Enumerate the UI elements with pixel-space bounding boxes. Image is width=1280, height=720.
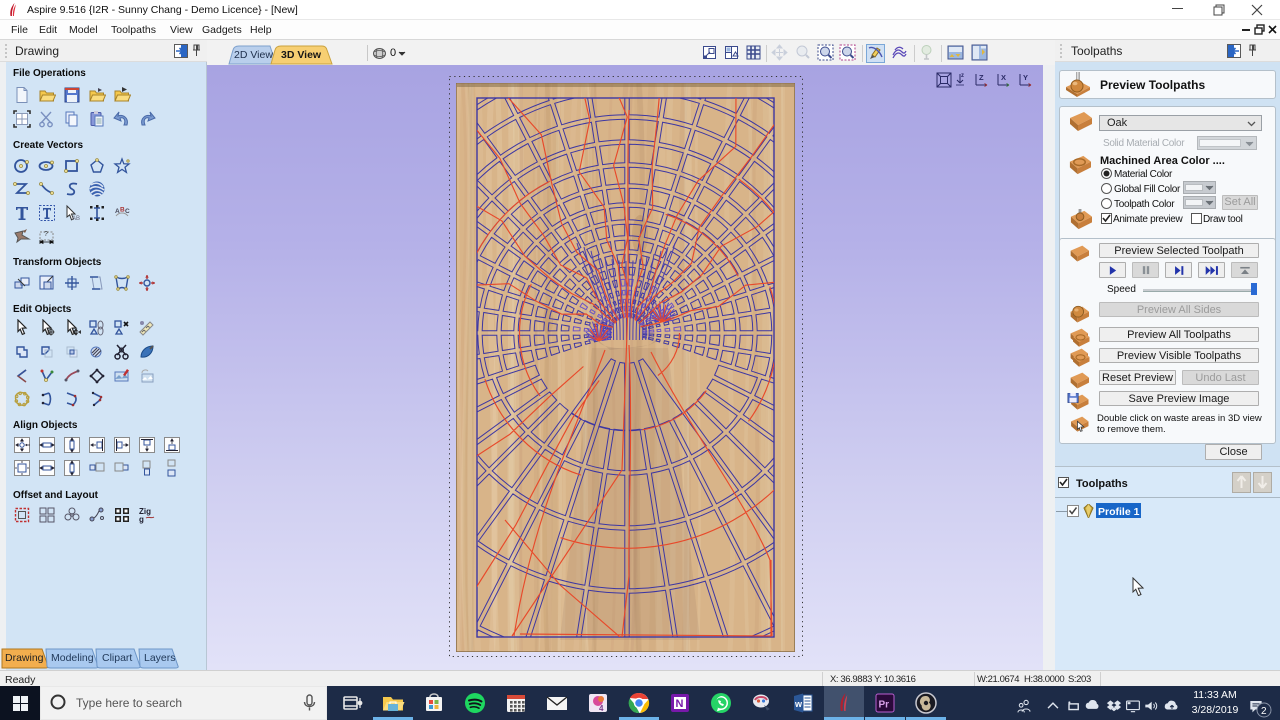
svg-text:?: ?	[44, 231, 48, 238]
svg-text:Z: Z	[979, 73, 984, 82]
svg-text:Y: Y	[1023, 73, 1028, 82]
svg-text:Pr: Pr	[879, 700, 890, 711]
svg-text:AB: AB	[72, 216, 80, 222]
svg-text:X: X	[1001, 73, 1006, 82]
svg-text:z: z	[961, 73, 964, 79]
svg-text:C: C	[125, 208, 130, 215]
svg-text:N: N	[676, 698, 684, 710]
svg-text:g: g	[139, 515, 144, 524]
svg-text:w: w	[794, 699, 803, 709]
svg-text:2: 2	[1261, 706, 1267, 717]
svg-text:4: 4	[599, 704, 604, 713]
